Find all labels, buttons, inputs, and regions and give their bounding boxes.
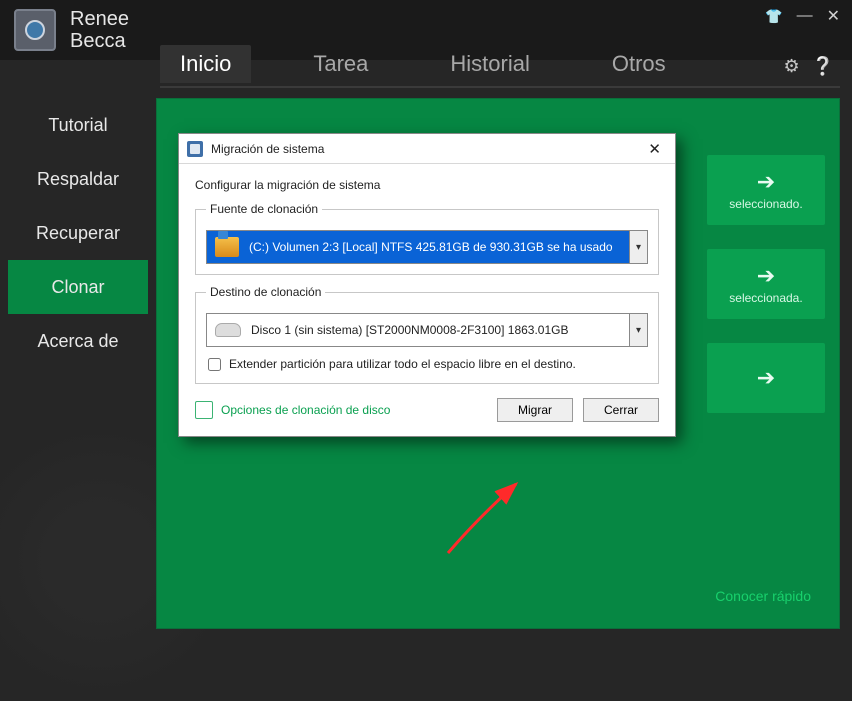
app-name-line1: Renee — [70, 8, 129, 30]
volume-icon — [215, 237, 239, 257]
sidebar: Tutorial Respaldar Recuperar Clonar Acer… — [8, 98, 148, 368]
arrow-right-icon: ➔ — [757, 169, 775, 195]
dialog-title: Migración de sistema — [211, 142, 324, 156]
dialog-body: Configurar la migración de sistema Fuent… — [179, 164, 675, 436]
tab-inicio[interactable]: Inicio — [160, 45, 251, 83]
source-legend: Fuente de clonación — [206, 202, 322, 216]
source-fieldset: Fuente de clonación (C:) Volumen 2:3 [Lo… — [195, 202, 659, 275]
close-button[interactable]: Cerrar — [583, 398, 659, 422]
clone-options-label: Opciones de clonación de disco — [221, 403, 390, 417]
dialog-footer: Opciones de clonación de disco Migrar Ce… — [195, 398, 659, 422]
tab-tarea[interactable]: Tarea — [293, 45, 388, 83]
sidebar-item-tutorial[interactable]: Tutorial — [8, 98, 148, 152]
minimize-button[interactable]: — — [797, 7, 813, 25]
extend-partition-label: Extender partición para utilizar todo el… — [229, 357, 576, 371]
sidebar-item-respaldar[interactable]: Respaldar — [8, 152, 148, 206]
app-name-line2: Becca — [70, 30, 129, 52]
help-icon[interactable]: ❔ — [812, 56, 834, 77]
quick-link[interactable]: Conocer rápido — [715, 588, 811, 604]
tab-otros[interactable]: Otros — [592, 45, 686, 83]
arrow-right-icon: ➔ — [757, 365, 775, 391]
arrow-right-icon: ➔ — [757, 263, 775, 289]
tab-historial[interactable]: Historial — [430, 45, 549, 83]
dialog-subtitle: Configurar la migración de sistema — [195, 178, 659, 192]
source-selected: (C:) Volumen 2:3 [Local] NTFS 425.81GB d… — [207, 231, 629, 263]
main-tabs: Inicio Tarea Historial Otros — [160, 40, 686, 88]
card1-caption: seleccionado. — [729, 197, 802, 211]
sidebar-item-recuperar[interactable]: Recuperar — [8, 206, 148, 260]
pin-icon[interactable]: 👕 — [765, 8, 782, 25]
dest-dropdown-button[interactable]: ▾ — [629, 314, 647, 346]
dialog-icon — [187, 141, 203, 157]
sidebar-item-clonar[interactable]: Clonar — [8, 260, 148, 314]
window-controls: 👕 — ✕ — [765, 6, 840, 26]
app-title: Renee Becca — [70, 8, 129, 52]
action-card-2[interactable]: ➔ seleccionada. — [707, 249, 825, 319]
disk-icon — [215, 323, 241, 337]
dest-value: Disco 1 (sin sistema) [ST2000NM0008-2F31… — [251, 323, 569, 337]
app-logo — [14, 9, 56, 51]
action-card-3[interactable]: ➔ — [707, 343, 825, 413]
source-combo[interactable]: (C:) Volumen 2:3 [Local] NTFS 425.81GB d… — [206, 230, 648, 264]
clone-options-link[interactable]: Opciones de clonación de disco — [195, 401, 390, 419]
tab-underline — [160, 86, 840, 88]
dest-selected: Disco 1 (sin sistema) [ST2000NM0008-2F31… — [207, 314, 629, 346]
gear-icon[interactable]: ⚙ — [783, 56, 799, 77]
migrate-button[interactable]: Migrar — [497, 398, 573, 422]
card2-caption: seleccionada. — [729, 291, 802, 305]
migration-dialog: Migración de sistema ✕ Configurar la mig… — [178, 133, 676, 437]
dialog-close-button[interactable]: ✕ — [642, 140, 667, 158]
dialog-titlebar: Migración de sistema ✕ — [179, 134, 675, 164]
dest-legend: Destino de clonación — [206, 285, 325, 299]
source-dropdown-button[interactable]: ▾ — [629, 231, 647, 263]
dest-combo[interactable]: Disco 1 (sin sistema) [ST2000NM0008-2F31… — [206, 313, 648, 347]
source-value: (C:) Volumen 2:3 [Local] NTFS 425.81GB d… — [249, 240, 613, 254]
options-icon — [195, 401, 213, 419]
extend-partition-checkbox[interactable] — [208, 358, 221, 371]
dest-fieldset: Destino de clonación Disco 1 (sin sistem… — [195, 285, 659, 384]
header-icons: ⚙ ❔ — [783, 56, 834, 77]
action-card-1[interactable]: ➔ seleccionado. — [707, 155, 825, 225]
close-window-button[interactable]: ✕ — [827, 6, 840, 26]
sidebar-item-acerca[interactable]: Acerca de — [8, 314, 148, 368]
